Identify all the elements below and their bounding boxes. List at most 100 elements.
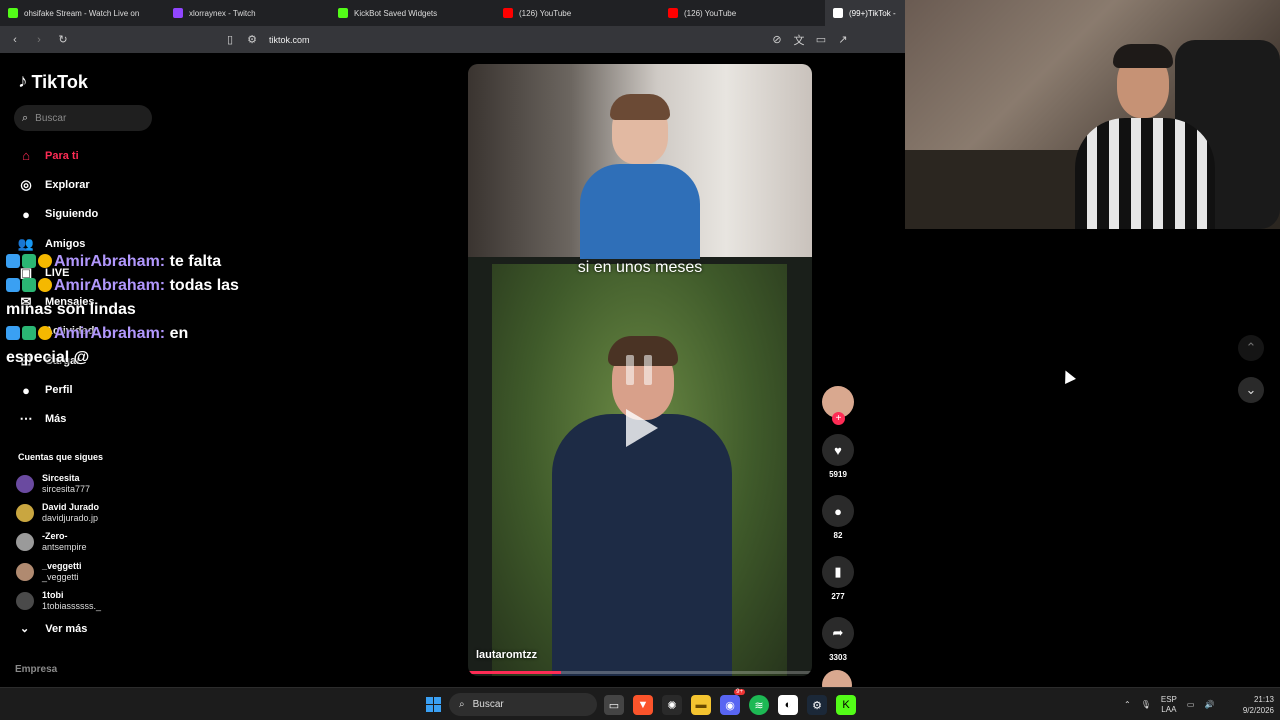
video-bottom-frame <box>492 264 787 676</box>
volume-icon[interactable]: 🔊 <box>1204 700 1214 709</box>
taskbar-apps: ▭ ▼ ✺ ▬ ◉ 9+ ≋ ◐ ⚙ K <box>604 689 856 715</box>
forward-icon[interactable]: › <box>32 33 46 47</box>
video-top-frame <box>468 64 812 259</box>
following-item[interactable]: 1tobi 1tobiassssss._ <box>16 586 156 615</box>
more-icon: ⋯ <box>19 411 33 427</box>
browser-tab[interactable]: (126) YouTube <box>660 0 825 26</box>
cast-icon[interactable]: ▭ <box>814 33 828 47</box>
no-video-icon[interactable]: ⊘ <box>770 33 784 47</box>
chevron-down-icon: ⌄ <box>20 623 30 635</box>
following-handle: antsempire <box>42 542 87 553</box>
url-text[interactable]: tiktok.com <box>269 35 310 45</box>
sword-badge-icon <box>6 326 20 340</box>
bookmark-icon[interactable]: ▯ <box>223 33 237 47</box>
chatgpt-icon[interactable]: ✺ <box>662 695 682 715</box>
microphone-icon[interactable]: 🎙 <box>1141 700 1151 709</box>
og-badge-icon <box>22 278 36 292</box>
following-list: Sircesita sircesita777 David Jurado davidju… <box>16 469 156 615</box>
see-more-button[interactable]: ⌄ Ver más <box>20 622 87 636</box>
back-icon[interactable]: ‹ <box>8 33 22 47</box>
nav-item[interactable]: ● Perfil <box>18 375 158 404</box>
next-video-icon[interactable]: ⌄ <box>1238 377 1264 403</box>
tab-title: ohsifake Stream - Watch Live on <box>24 8 140 18</box>
address-bar[interactable]: ▯ ⚙ tiktok.com ⊘ 文 ▭ ↗ <box>227 30 900 49</box>
following-item[interactable]: -Zero-antsempire <box>16 528 156 557</box>
profile-icon: ● <box>22 382 30 398</box>
follow-plus-icon[interactable]: + <box>832 412 845 425</box>
following-handle: davidjurado.jp <box>42 512 99 523</box>
discord-icon[interactable]: ◉ 9+ <box>720 689 745 715</box>
video-player[interactable]: si en unos meses lautaromtzz <box>468 64 812 676</box>
extension-icon[interactable]: ↗ <box>836 33 850 47</box>
creator-avatar[interactable]: + <box>822 386 854 425</box>
browser-tab[interactable]: (99+)TikTok - <box>825 0 905 26</box>
file-explorer-icon[interactable]: ▬ <box>691 695 711 715</box>
following-name: 1tobi <box>42 589 64 600</box>
nav-item[interactable]: ◎ Explorar <box>18 170 158 199</box>
brave-browser-icon[interactable]: ▼ <box>633 695 653 715</box>
avatar <box>16 562 34 581</box>
footer-company-link[interactable]: Empresa <box>15 664 57 675</box>
discord-badge: 9+ <box>734 689 745 695</box>
tab-title: (99+)TikTok - <box>849 8 896 18</box>
reload-icon[interactable]: ↻ <box>56 33 70 47</box>
search-input[interactable]: ⌕ Buscar <box>14 105 152 131</box>
tray-chevron-icon[interactable]: ⌃ <box>1124 700 1131 709</box>
share-icon[interactable]: ➦ <box>822 617 854 649</box>
pause-icon[interactable] <box>618 349 662 393</box>
steam-icon[interactable]: ⚙ <box>807 695 827 715</box>
browser-tab[interactable]: KickBot Saved Widgets <box>330 0 495 26</box>
system-tray: ⌃ 🎙 ESP LAA ▭ 🔊 <box>1124 688 1214 720</box>
following-icon: ● <box>22 206 30 222</box>
spotify-icon[interactable]: ≋ <box>749 695 769 715</box>
browser-tab[interactable]: (126) YouTube <box>495 0 660 26</box>
windows-start-icon[interactable] <box>426 697 441 712</box>
brand-name: TikTok <box>31 71 88 92</box>
tiktok-note-icon: ♪ <box>18 71 28 92</box>
following-name: -Zero- <box>42 531 68 542</box>
translate-icon[interactable]: 文 <box>792 33 806 47</box>
language-indicator[interactable]: ESP LAA <box>1161 695 1177 715</box>
taskbar-search[interactable]: ⌕ Buscar <box>449 693 597 716</box>
nav-item[interactable]: ● Siguiendo <box>18 200 158 229</box>
nav-label: Siguiendo <box>45 208 99 221</box>
tab-favicon-icon <box>173 8 183 18</box>
clock[interactable]: 21:13 9/2/2026 <box>1232 694 1274 716</box>
network-icon[interactable]: ▭ <box>1187 700 1195 709</box>
following-title: Cuentas que sigues <box>18 452 104 462</box>
comment-icon[interactable]: ● <box>822 495 854 527</box>
following-item[interactable]: _veggetti _veggetti <box>16 557 156 586</box>
avatar <box>16 591 34 610</box>
following-name: David Jurado <box>42 501 100 512</box>
chat-message: AmirAbraham: en especial @ <box>6 322 246 370</box>
search-icon: ⌕ <box>22 111 29 124</box>
streamer-webcam <box>905 0 1280 229</box>
task-view-icon[interactable]: ▭ <box>604 695 624 715</box>
video-author[interactable]: lautaromtzz <box>476 649 537 661</box>
tiktok-logo[interactable]: ♪ TikTok <box>18 71 88 93</box>
og-badge-icon <box>22 326 36 340</box>
sub-badge-icon <box>38 278 52 292</box>
following-name: Sircesita <box>42 472 80 483</box>
sub-badge-icon <box>38 326 52 340</box>
browser-tab[interactable]: xlorraynex - Twitch <box>165 0 330 26</box>
site-info-icon[interactable]: ⚙ <box>245 33 259 47</box>
tab-favicon-icon <box>833 8 843 18</box>
chat-username: AmirAbraham: <box>54 325 166 342</box>
nav-label: Para ti <box>45 149 79 162</box>
nav-item[interactable]: ⋯ Más <box>18 405 158 434</box>
video-progress-bar[interactable] <box>468 671 812 674</box>
following-item[interactable]: David Jurado davidjurado.jp <box>16 498 156 527</box>
obs-studio-icon[interactable]: ◐ <box>778 695 798 715</box>
video-person-top <box>580 94 700 259</box>
play-icon[interactable] <box>626 409 658 447</box>
previous-video-icon[interactable]: ⌃ <box>1238 335 1264 361</box>
bookmark-save-icon[interactable]: ▮ <box>822 556 854 588</box>
nav-item[interactable]: ⌂ Para ti <box>18 141 158 170</box>
browser-tab[interactable]: ohsifake Stream - Watch Live on <box>0 0 165 26</box>
following-item[interactable]: Sircesita sircesita777 <box>16 469 156 498</box>
screen: ohsifake Stream - Watch Live on xlorrayne… <box>0 0 1280 720</box>
search-icon: ⌕ <box>459 699 465 710</box>
kick-icon[interactable]: K <box>836 695 856 715</box>
like-icon[interactable]: ♥ <box>822 434 854 466</box>
